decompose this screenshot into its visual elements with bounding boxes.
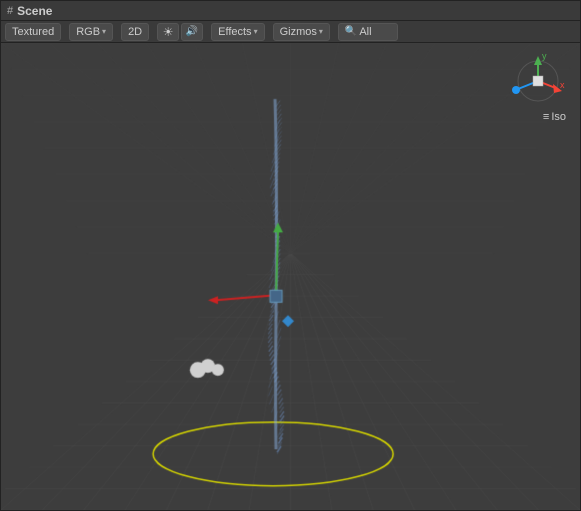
rgb-dropdown[interactable]: RGB ▾ (69, 23, 113, 41)
window-title: Scene (17, 4, 52, 18)
toolbar: Textured RGB ▾ 2D ☀ 🔊 Effects ▾ Gizmos ▾ (1, 21, 580, 43)
effects-arrow: ▾ (254, 27, 258, 36)
gizmos-arrow: ▾ (319, 27, 323, 36)
textured-dropdown[interactable]: Textured (5, 23, 61, 41)
viewport[interactable]: y x ≡ Iso (1, 43, 580, 510)
effects-label: Effects (218, 26, 251, 38)
iso-text: Iso (551, 111, 566, 123)
scene-icon: # (7, 5, 13, 17)
rgb-label: RGB (76, 26, 100, 38)
2d-button[interactable]: 2D (121, 23, 149, 41)
scene-canvas (1, 43, 580, 510)
gizmo-container[interactable]: y x (508, 51, 568, 111)
iso-menu-icon: ≡ (543, 111, 549, 123)
effects-dropdown[interactable]: Effects ▾ (211, 23, 264, 41)
svg-text:y: y (542, 51, 547, 61)
title-bar: # Scene (1, 1, 580, 21)
audio-icon: 🔊 (186, 26, 198, 37)
search-label: All (359, 26, 371, 38)
gizmo-svg: y x (508, 51, 568, 111)
sun-button[interactable]: ☀ (157, 23, 179, 41)
search-icon: 🔍 (345, 26, 357, 37)
iso-label[interactable]: ≡ Iso (543, 111, 566, 123)
textured-label: Textured (12, 26, 54, 38)
rgb-arrow: ▾ (102, 27, 106, 36)
gizmos-dropdown[interactable]: Gizmos ▾ (273, 23, 330, 41)
gizmos-label: Gizmos (280, 26, 317, 38)
scene-window: # Scene Textured RGB ▾ 2D ☀ 🔊 Effects ▾ … (0, 0, 581, 511)
svg-text:x: x (560, 80, 565, 90)
search-button[interactable]: 🔍 All (338, 23, 398, 41)
2d-label: 2D (128, 26, 142, 38)
audio-button[interactable]: 🔊 (181, 23, 203, 41)
sun-icon: ☀ (163, 25, 174, 39)
